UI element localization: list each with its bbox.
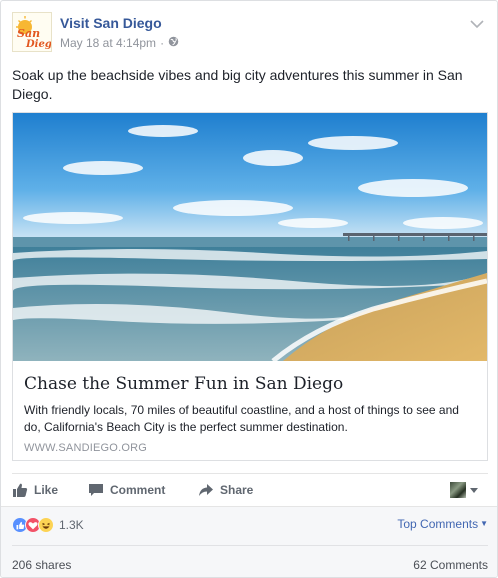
share-arrow-icon [199, 483, 213, 496]
like-button[interactable]: Like [12, 474, 58, 505]
globe-icon [168, 36, 179, 50]
svg-text:Diego: Diego [25, 39, 52, 50]
caret-down-icon: ▼ [480, 519, 488, 528]
page-name-link[interactable]: Visit San Diego [60, 15, 162, 31]
link-description: With friendly locals, 70 miles of beauti… [24, 403, 459, 434]
page-logo[interactable]: San Diego [12, 12, 52, 52]
thumbs-up-icon [13, 483, 28, 497]
post-as-selector[interactable] [450, 482, 478, 498]
shares-count-link[interactable]: 206 shares [12, 558, 71, 572]
link-preview-text: Chase the Summer Fun in San Diego With f… [13, 361, 487, 460]
post-timestamp[interactable]: May 18 at 4:14pm [60, 36, 156, 50]
meta-separator: · [160, 36, 165, 50]
top-comments-label: Top Comments [397, 517, 479, 531]
beach-photo[interactable] [13, 113, 487, 361]
chevron-down-icon[interactable] [470, 16, 484, 29]
reaction-count[interactable]: 1.3K [59, 518, 84, 532]
feed-post: San Diego Visit San Diego May 18 at 4:14… [0, 0, 498, 578]
reactions-summary: 1.3K Top Comments ▼ 206 shares 62 Comment… [1, 506, 497, 577]
comment-button[interactable]: Comment [88, 474, 165, 505]
post-header: San Diego Visit San Diego May 18 at 4:14… [12, 12, 486, 56]
viewer-avatar [450, 482, 466, 498]
post-meta: May 18 at 4:14pm · [60, 36, 179, 50]
link-title[interactable]: Chase the Summer Fun in San Diego [24, 373, 476, 395]
divider [12, 545, 488, 546]
haha-reaction-icon [38, 517, 54, 533]
share-label: Share [220, 482, 254, 497]
reaction-icons[interactable] [12, 517, 54, 533]
comment-label: Comment [110, 482, 166, 497]
comments-count-link[interactable]: 62 Comments [413, 558, 488, 572]
post-action-bar: Like Comment Share [12, 473, 488, 505]
share-button[interactable]: Share [198, 474, 253, 505]
comment-icon [89, 483, 103, 496]
like-label: Like [34, 482, 59, 497]
link-preview-card[interactable]: Chase the Summer Fun in San Diego With f… [12, 112, 488, 461]
post-message: Soak up the beachside vibes and big city… [12, 67, 463, 102]
top-comments-dropdown[interactable]: Top Comments ▼ [397, 517, 488, 531]
caret-down-icon [470, 487, 478, 493]
reactions-row: 1.3K Top Comments ▼ [12, 515, 488, 535]
link-domain: WWW.SANDIEGO.ORG [24, 442, 147, 454]
